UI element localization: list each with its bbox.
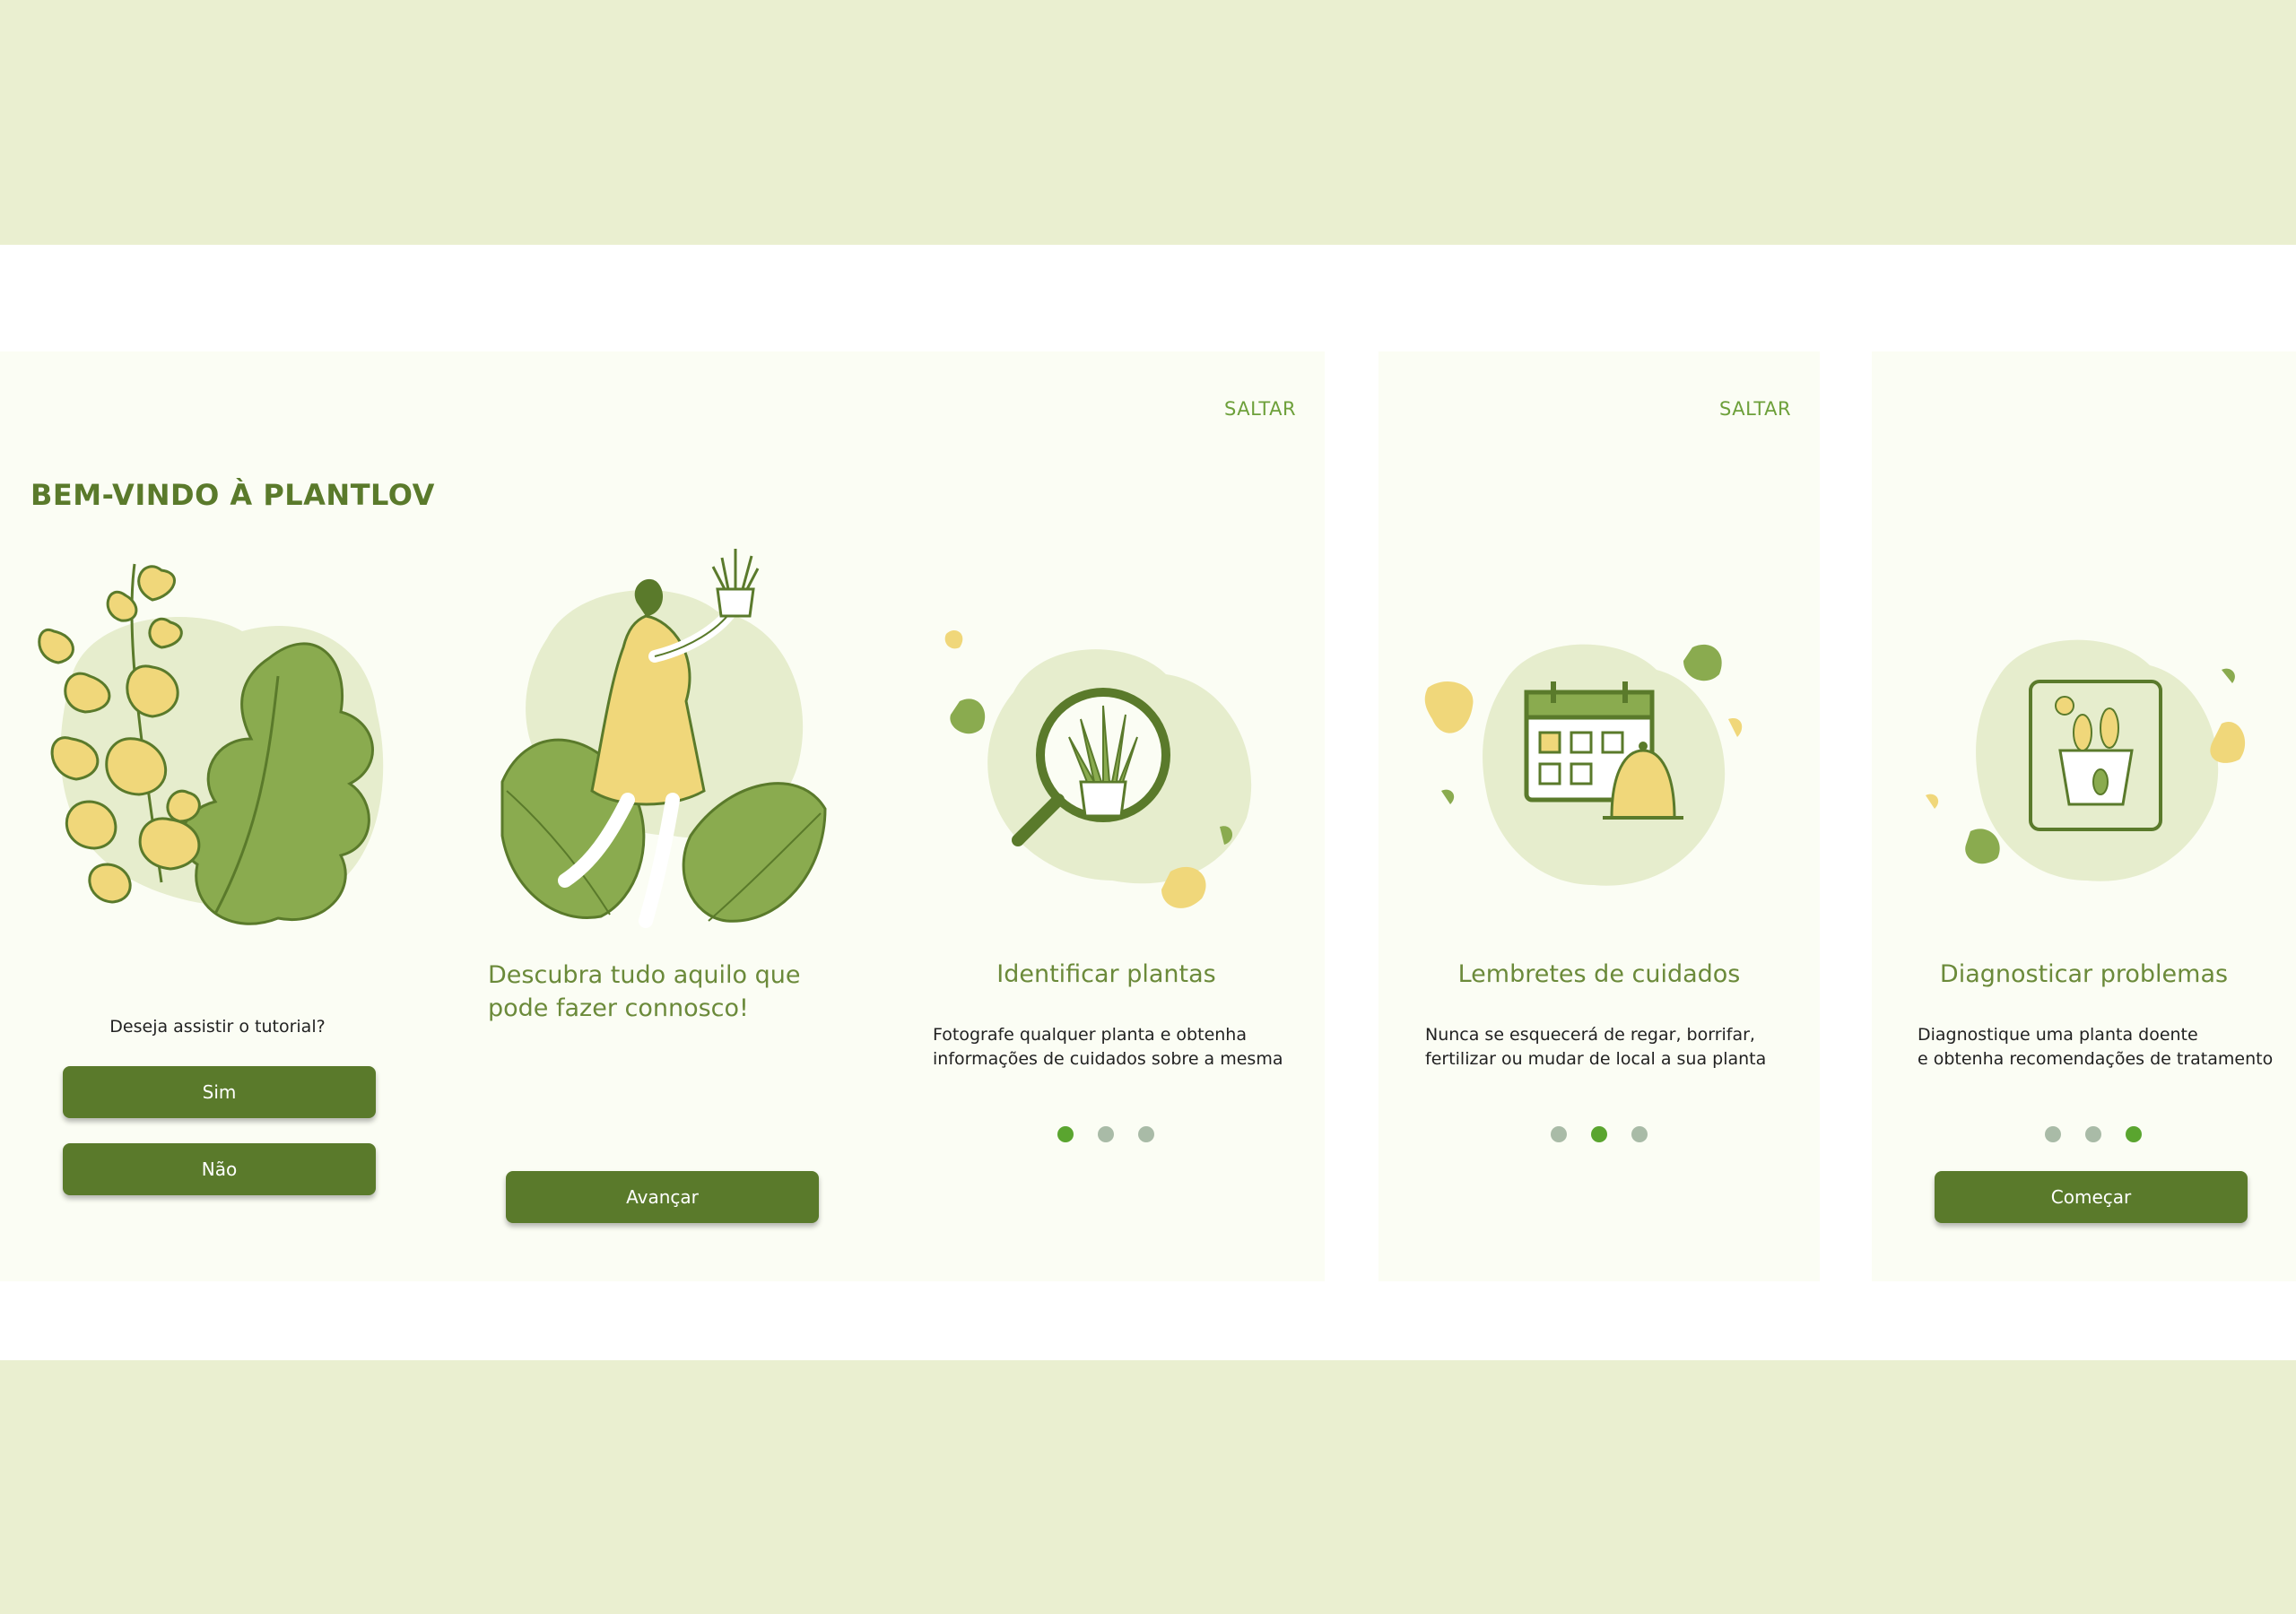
reminders-title: Lembretes de cuidados <box>1457 960 1741 988</box>
page-dot[interactable] <box>2085 1126 2101 1142</box>
page-dot[interactable] <box>1098 1126 1114 1142</box>
page-indicator <box>2045 1126 2142 1142</box>
page-indicator <box>1057 1126 1154 1142</box>
identify-desc-line2: informações de cuidados sobre a mesma <box>933 1049 1283 1069</box>
identify-desc-line1: Fotografe qualquer planta e obtenha <box>933 1025 1247 1045</box>
skip-button[interactable]: SALTAR <box>1224 398 1296 420</box>
yes-button[interactable]: Sim <box>63 1066 376 1118</box>
screen-identify: SALTAR Identificar plantas Fotografe qua… <box>888 351 1325 1281</box>
sick-plant-icon <box>1926 639 2246 881</box>
screen-welcome: BEM-VINDO À PLANTLOVE Deseja assistir o … <box>0 351 455 1281</box>
page-dot[interactable] <box>1551 1126 1567 1142</box>
welcome-heading: BEM-VINDO À PLANTLOVE <box>30 478 456 512</box>
diagnose-title: Diagnosticar problemas <box>1939 960 2229 988</box>
plant-leaves-illustration <box>38 563 384 925</box>
page-dot[interactable] <box>2126 1126 2142 1142</box>
next-button[interactable]: Avançar <box>506 1171 819 1223</box>
diagnose-desc-line2: e obtenha recomendações de tratamento <box>1918 1049 2274 1069</box>
magnifier-plant-icon <box>944 629 1252 908</box>
reminders-desc-line2: fertilizar ou mudar de local a sua plant… <box>1425 1049 1767 1069</box>
page-dot[interactable] <box>1138 1126 1154 1142</box>
page-dot[interactable] <box>1057 1126 1074 1142</box>
page-dot[interactable] <box>2045 1126 2061 1142</box>
page-dot[interactable] <box>1631 1126 1648 1142</box>
tutorial-question: Deseja assistir o tutorial? <box>109 1017 326 1037</box>
page-dot[interactable] <box>1591 1126 1607 1142</box>
screen-reminders: SALTAR Lembretes de cuidados Nunca se es… <box>1378 351 1820 1281</box>
no-button[interactable]: Não <box>63 1143 376 1195</box>
page-indicator <box>1551 1126 1648 1142</box>
screen-diagnose: Diagnosticar problemas Diagnostique uma … <box>1872 351 2296 1281</box>
start-button[interactable]: Começar <box>1935 1171 2248 1223</box>
woman-holding-plant-illustration <box>500 549 827 928</box>
diagnose-desc-line1: Diagnostique uma planta doente <box>1918 1025 2198 1045</box>
identify-title: Identificar plantas <box>996 960 1216 988</box>
discover-title: Descubra tudo aquilo que pode fazer conn… <box>488 961 801 1022</box>
skip-button[interactable]: SALTAR <box>1719 398 1791 420</box>
calendar-bell-icon <box>1424 644 1743 886</box>
screen-discover: Descubra tudo aquilo que pode fazer conn… <box>435 351 888 1281</box>
reminders-desc-line1: Nunca se esquecerá de regar, borrifar, <box>1425 1025 1755 1045</box>
